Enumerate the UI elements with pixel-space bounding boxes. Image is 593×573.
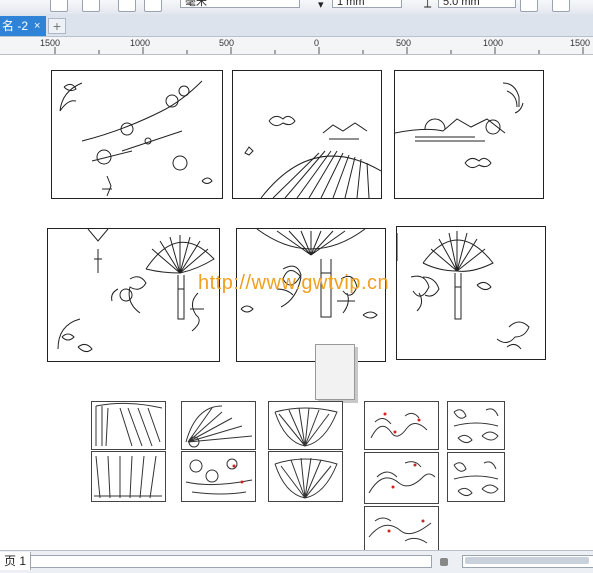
fan-calligraphy-right-artwork xyxy=(397,231,530,350)
thumb-calligraphy-3[interactable] xyxy=(364,506,439,552)
ruler-label: 1500 xyxy=(40,38,61,48)
tab-document[interactable]: 名 -2 × xyxy=(0,16,46,36)
nudge-field[interactable]: 1 mm xyxy=(332,0,402,8)
thumb-fan-5[interactable] xyxy=(268,451,343,502)
ruler-label: 0 xyxy=(314,38,320,48)
thumb-calligraphy-artwork xyxy=(370,412,428,439)
watermark-text: http://www.gwtvip.cn xyxy=(198,272,390,294)
ruler-label: 1000 xyxy=(483,38,504,48)
unit-dropdown[interactable]: 毫米 xyxy=(180,0,300,8)
panel-fan-calligraphy-right[interactable] xyxy=(396,226,546,360)
scroll-arrow-icon[interactable] xyxy=(440,558,448,566)
ruler-label: 1500 xyxy=(570,38,591,48)
import-icon[interactable] xyxy=(118,0,136,12)
fan-calligraphy-left-artwork xyxy=(57,229,215,353)
thumb-fan-artwork xyxy=(94,455,162,499)
thumb-cloud-artwork xyxy=(453,461,499,497)
fan-calligraphy-center-artwork xyxy=(240,229,378,319)
thumb-fan-artwork xyxy=(185,405,253,448)
horizontal-ruler[interactable]: 1500 1000 500 0 500 1000 1500 xyxy=(0,37,593,55)
fan-clouds-artwork xyxy=(244,115,381,198)
chevron-down-icon[interactable]: ▾ xyxy=(318,0,324,11)
scrollbar-thumb[interactable] xyxy=(465,557,589,564)
property-bar: 毫米 ▾ 1 mm ⟂ 5.0 mm xyxy=(0,0,593,15)
thumb-calligraphy-2[interactable] xyxy=(364,452,439,504)
new-doc-icon[interactable] xyxy=(50,0,68,12)
thumb-calligraphy-1[interactable] xyxy=(364,401,439,450)
horizontal-scrollbar-left[interactable] xyxy=(30,555,432,568)
tab-label: 名 -2 xyxy=(2,19,29,33)
thumb-fan-artwork xyxy=(274,457,338,499)
plum-blossom-artwork xyxy=(59,80,213,197)
add-tab-button[interactable]: + xyxy=(48,18,66,34)
thumb-fan-3[interactable] xyxy=(181,401,256,450)
ruler-ticks xyxy=(54,47,584,54)
panel-mountain-sun[interactable] xyxy=(394,70,544,199)
close-icon[interactable]: × xyxy=(34,16,40,36)
thumb-fan-1[interactable] xyxy=(91,401,166,450)
thumb-cloud-artwork xyxy=(453,408,499,444)
ruler-label: 500 xyxy=(396,38,412,48)
thumb-cloud-1[interactable] xyxy=(447,401,505,450)
thumb-calligraphy-artwork xyxy=(368,461,436,494)
document-tab-bar: 名 -2 × + xyxy=(0,14,593,37)
ruler-label: 1000 xyxy=(130,38,151,48)
stepper-icon[interactable] xyxy=(520,0,538,12)
thumb-cloud-2[interactable] xyxy=(447,452,505,502)
thumb-plum[interactable] xyxy=(181,451,256,502)
options-icon[interactable] xyxy=(552,0,570,12)
thumb-fan-artwork xyxy=(95,402,163,447)
thumb-plum-artwork xyxy=(185,458,253,495)
mountain-sun-artwork xyxy=(395,82,524,169)
thumb-fan-artwork xyxy=(274,407,338,447)
thumb-calligraphy-artwork xyxy=(368,517,432,544)
thumb-fan-4[interactable] xyxy=(268,401,343,450)
ruler-label: 500 xyxy=(219,38,235,48)
panel-plum-blossom[interactable] xyxy=(51,70,223,199)
open-icon[interactable] xyxy=(82,0,100,12)
export-icon[interactable] xyxy=(144,0,162,12)
panel-fan-clouds[interactable] xyxy=(232,70,382,199)
thumb-fan-2[interactable] xyxy=(91,451,166,502)
status-bar: 页 1 xyxy=(0,550,593,573)
selected-object[interactable] xyxy=(315,344,355,400)
panel-fan-calligraphy-center[interactable] xyxy=(236,228,386,362)
duplicate-distance-icon: ⟂ xyxy=(424,0,432,10)
horizontal-scrollbar[interactable] xyxy=(462,555,593,568)
panel-fan-calligraphy-left[interactable] xyxy=(47,228,220,362)
duplicate-distance-field[interactable]: 5.0 mm xyxy=(438,0,516,8)
page-tab[interactable]: 页 1 xyxy=(0,552,32,570)
